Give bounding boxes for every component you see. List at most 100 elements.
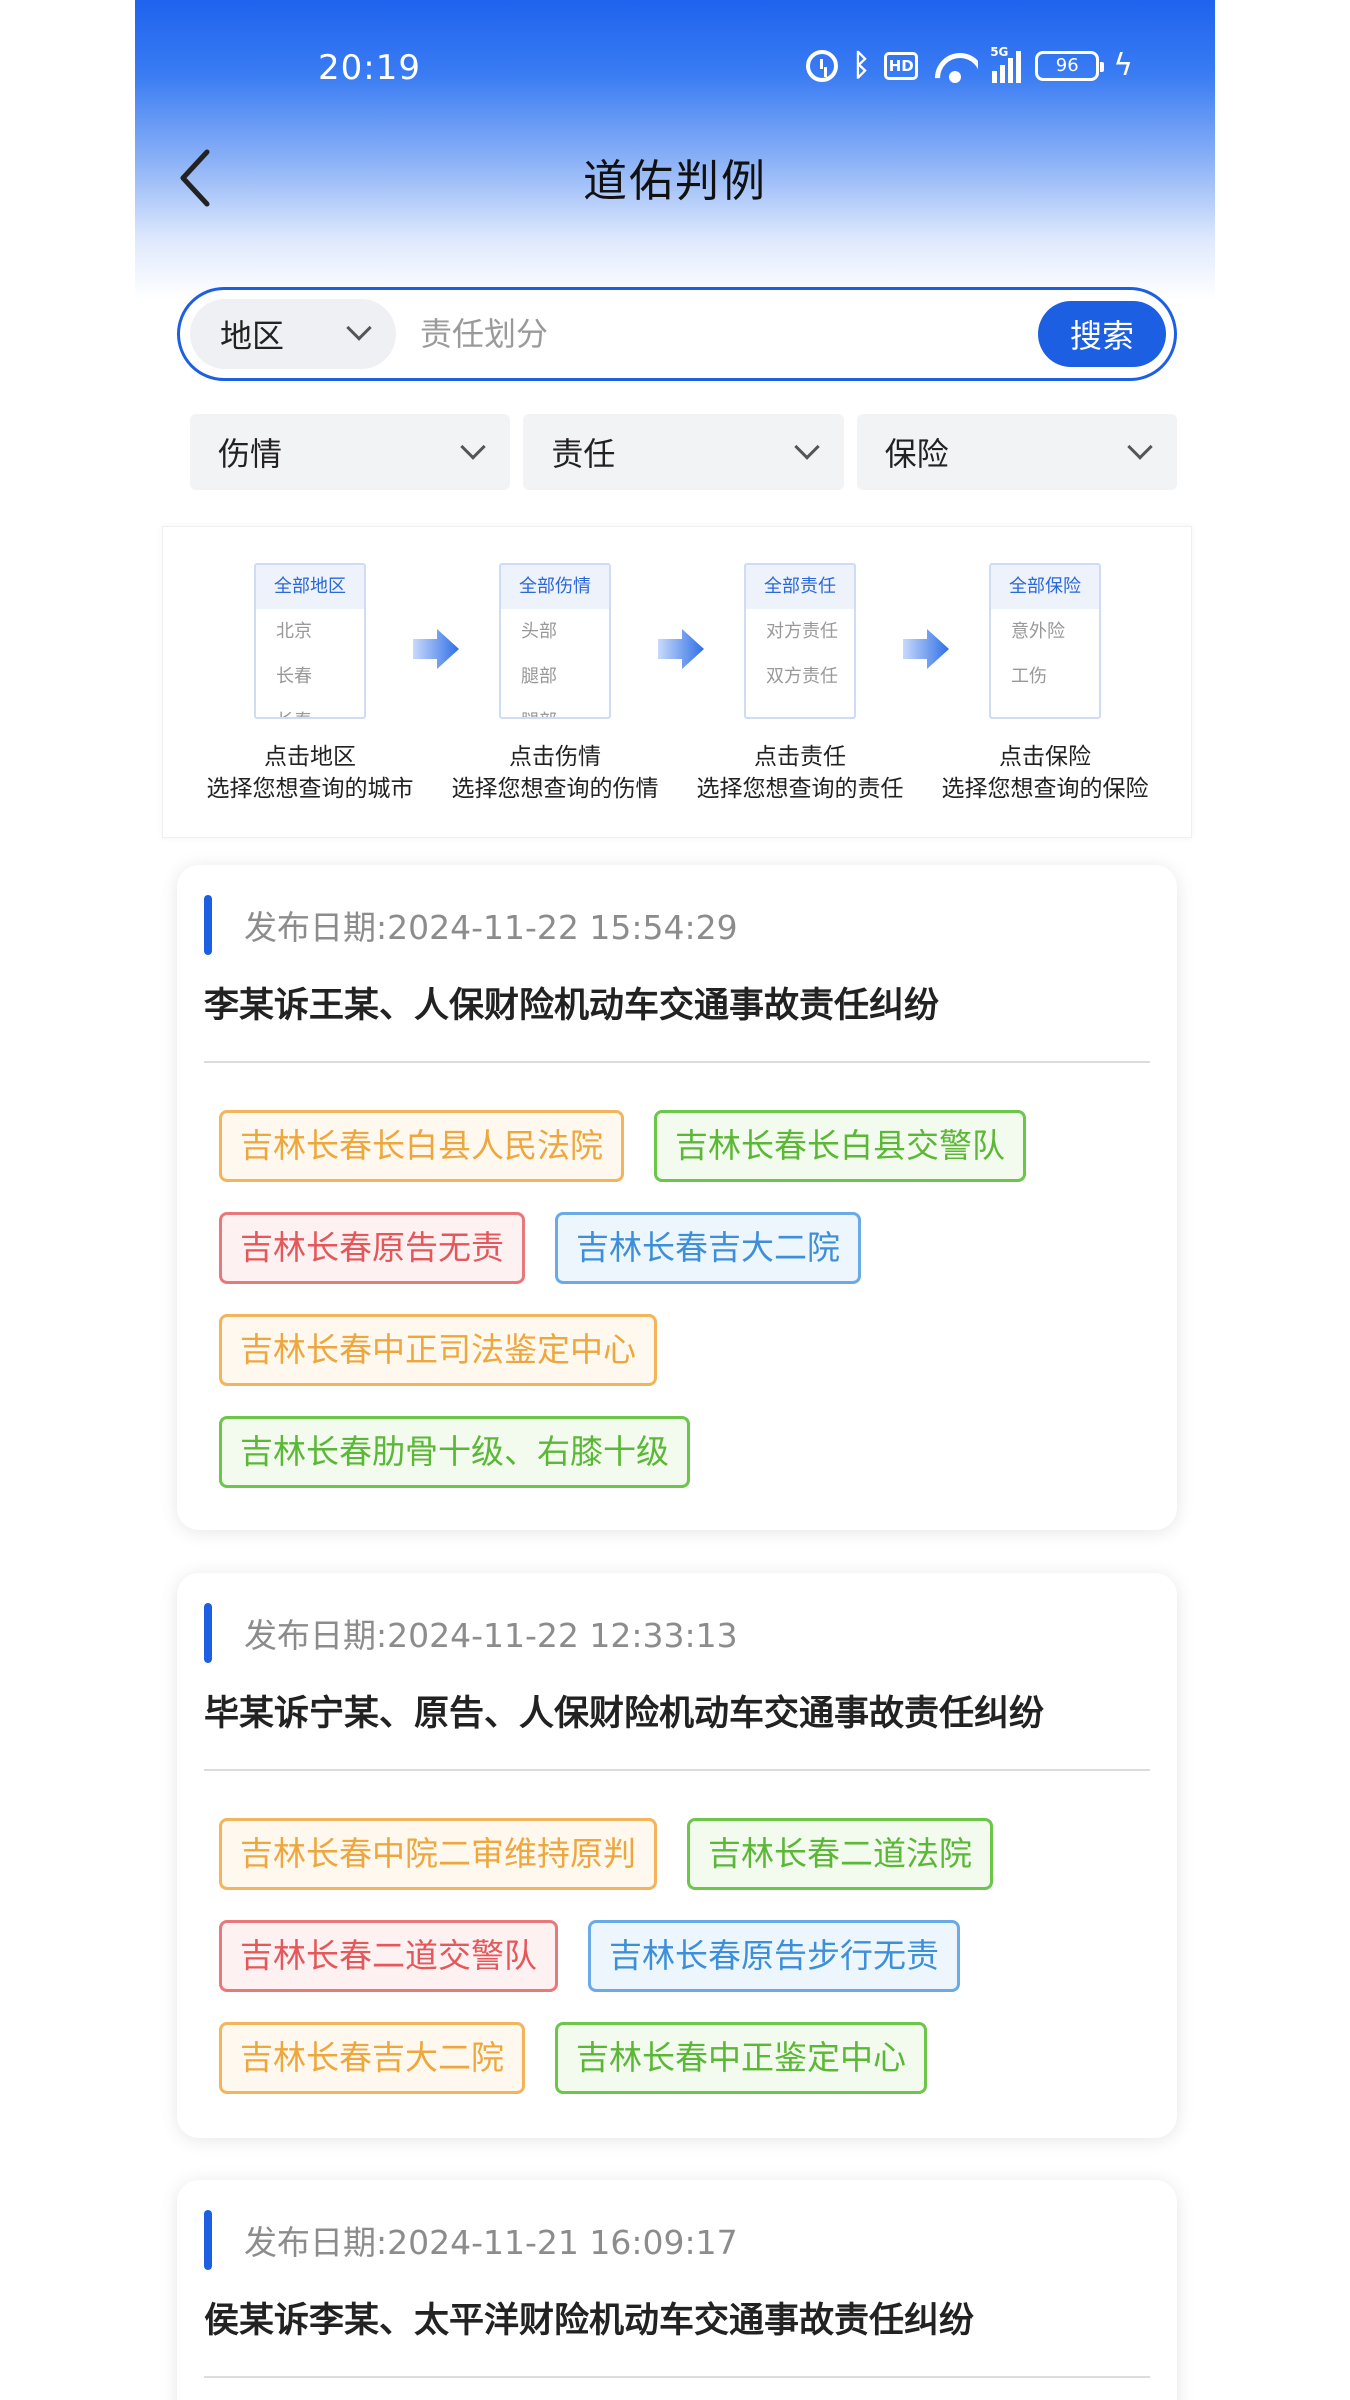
case-title: 毕某诉宁某、原告、人保财险机动车交通事故责任纠纷 xyxy=(204,1694,1045,1734)
search-button[interactable]: 搜索 xyxy=(1038,301,1166,367)
charging-icon: ϟ xyxy=(1113,48,1133,83)
guide-caption-line1: 点击伤情 xyxy=(509,744,601,770)
case-tag[interactable]: 吉林长春中院二审维持原判 xyxy=(219,1818,657,1890)
guide-preview-item: 双方责任 xyxy=(766,666,838,687)
case-tag[interactable]: 吉林长春长白县交警队 xyxy=(654,1110,1026,1182)
guide-preview: 全部地区 北京 长春 长春 xyxy=(254,563,366,719)
guide-preview-head: 全部保险 xyxy=(991,565,1099,609)
guide-preview-head: 全部伤情 xyxy=(501,565,609,609)
filter-liability[interactable]: 责任 xyxy=(523,414,844,490)
chevron-down-icon xyxy=(346,315,372,341)
date-value: 2024-11-22 15:54:29 xyxy=(387,908,738,947)
case-tag[interactable]: 吉林长春吉大二院 xyxy=(219,2022,525,2094)
guide-preview: 全部责任 对方责任 双方责任 xyxy=(744,563,856,719)
battery-level: 96 xyxy=(1055,55,1079,76)
date-label: 发布日期: xyxy=(244,1616,388,1655)
filter-row: 伤情 责任 保险 xyxy=(190,414,1177,490)
card-accent-bar xyxy=(204,895,212,955)
filter-insurance[interactable]: 保险 xyxy=(856,414,1177,490)
card-divider xyxy=(204,2376,1150,2378)
case-tags: 吉林长春中院二审维持原判 吉林长春二道法院 吉林长春二道交警队 吉林长春原告步行无责吉… xyxy=(219,1818,1139,2094)
wifi-icon xyxy=(932,49,978,83)
case-title: 侯某诉李某、太平洋财险机动车交通事故责任纠纷 xyxy=(204,2301,975,2341)
case-date: 发布日期:2024-11-22 15:54:29 xyxy=(244,901,738,949)
case-tags: 吉林长春长白县人民法院 吉林长春长白县交警队吉林长春原告无责 吉林长春吉大二院吉林长… xyxy=(219,1110,1139,1488)
case-tag[interactable]: 吉林长春肋骨十级、右膝十级 xyxy=(219,1416,690,1488)
app-screen: 20:19 ᛒ HD 5G 96 ϟ 道佑判例 地区 搜索 xyxy=(0,0,1350,2400)
date-label: 发布日期: xyxy=(244,2223,388,2262)
search-bar: 地区 搜索 xyxy=(177,287,1177,381)
card-divider xyxy=(204,1061,1150,1063)
guide-preview-item: 头部 xyxy=(521,621,557,642)
guide-caption: 点击保险 选择您想查询的保险 xyxy=(930,741,1160,805)
card-accent-bar xyxy=(204,1603,212,1663)
guide-caption: 点击责任 选择您想查询的责任 xyxy=(685,741,915,805)
case-card[interactable]: 发布日期:2024-11-22 15:54:29 李某诉王某、人保财险机动车交通… xyxy=(177,865,1177,1530)
signal-icon: 5G xyxy=(990,45,1022,83)
guide-preview: 全部保险 意外险 工伤 xyxy=(989,563,1101,719)
guide-caption: 点击伤情 选择您想查询的伤情 xyxy=(440,741,670,805)
status-bar: 20:19 ᛒ HD 5G 96 ϟ xyxy=(135,0,1215,135)
date-value: 2024-11-22 12:33:13 xyxy=(387,1616,738,1655)
guide-preview-item: 对方责任 xyxy=(766,621,838,642)
filter-label: 保险 xyxy=(884,435,949,473)
case-tag[interactable]: 吉林长春中正鉴定中心 xyxy=(555,2022,927,2094)
page-title: 道佑判例 xyxy=(583,156,767,207)
top-bar: 道佑判例 xyxy=(135,135,1215,235)
card-divider xyxy=(204,1769,1150,1771)
status-time: 20:19 xyxy=(318,48,421,88)
guide-preview-head: 全部责任 xyxy=(746,565,854,609)
usage-guide: 全部地区 北京 长春 长春 点击地区 选择您想查询的城市 全部伤情 头部 腿部 … xyxy=(162,526,1192,838)
guide-preview-item: 腿部 xyxy=(521,666,557,687)
guide-caption-line2: 选择您想查询的城市 xyxy=(206,776,414,802)
guide-caption-line2: 选择您想查询的责任 xyxy=(696,776,904,802)
region-select[interactable]: 地区 xyxy=(190,299,396,369)
case-card[interactable]: 发布日期:2024-11-21 16:09:17 侯某诉李某、太平洋财险机动车交… xyxy=(177,2180,1177,2400)
chevron-down-icon xyxy=(793,434,820,460)
guide-caption-line2: 选择您想查询的伤情 xyxy=(451,776,659,802)
guide-preview-item: 北京 xyxy=(276,621,312,642)
case-tag[interactable]: 吉林长春原告无责 xyxy=(219,1212,525,1284)
chevron-down-icon xyxy=(1127,434,1153,460)
search-input[interactable] xyxy=(420,304,980,364)
case-tag[interactable]: 吉林长春中正司法鉴定中心 xyxy=(219,1314,657,1386)
filter-label: 责任 xyxy=(551,435,616,473)
guide-step-injury: 全部伤情 头部 腿部 腿部 点击伤情 选择您想查询的伤情 xyxy=(440,563,670,805)
hd-icon: HD xyxy=(884,51,919,80)
guide-preview-item: 长春 xyxy=(276,666,312,687)
guide-preview-item: 意外险 xyxy=(1011,621,1065,642)
case-title: 李某诉王某、人保财险机动车交通事故责任纠纷 xyxy=(204,986,940,1026)
case-tag[interactable]: 吉林长春原告步行无责 xyxy=(588,1920,960,1992)
case-tag[interactable]: 吉林长春二道法院 xyxy=(687,1818,993,1890)
filter-label: 伤情 xyxy=(218,435,283,473)
guide-preview-head: 全部地区 xyxy=(256,565,364,609)
status-icons: ᛒ HD 5G 96 ϟ xyxy=(806,45,1133,83)
guide-preview-item: 工伤 xyxy=(1011,666,1047,687)
date-value: 2024-11-21 16:09:17 xyxy=(387,2223,738,2262)
date-label: 发布日期: xyxy=(244,908,388,947)
guide-preview: 全部伤情 头部 腿部 腿部 xyxy=(499,563,611,719)
region-select-label: 地区 xyxy=(220,317,285,355)
case-tag[interactable]: 吉林长春吉大二院 xyxy=(555,1212,861,1284)
guide-step-region: 全部地区 北京 长春 长春 点击地区 选择您想查询的城市 xyxy=(195,563,425,805)
case-date: 发布日期:2024-11-22 12:33:13 xyxy=(244,1609,738,1657)
guide-caption-line1: 点击地区 xyxy=(264,744,356,770)
guide-step-liability: 全部责任 对方责任 双方责任 点击责任 选择您想查询的责任 xyxy=(685,563,915,805)
alarm-icon xyxy=(806,49,839,82)
case-card[interactable]: 发布日期:2024-11-22 12:33:13 毕某诉宁某、原告、人保财险机动… xyxy=(177,1573,1177,2138)
guide-preview-item: 长春 xyxy=(256,699,364,717)
guide-step-insurance: 全部保险 意外险 工伤 点击保险 选择您想查询的保险 xyxy=(930,563,1160,805)
case-tag[interactable]: 吉林长春长白县人民法院 xyxy=(219,1110,624,1182)
bluetooth-icon: ᛒ xyxy=(852,48,871,83)
guide-preview-item: 腿部 xyxy=(501,699,609,717)
guide-caption-line1: 点击责任 xyxy=(754,744,846,770)
card-accent-bar xyxy=(204,2210,212,2270)
chevron-down-icon xyxy=(460,434,487,460)
guide-caption: 点击地区 选择您想查询的城市 xyxy=(195,741,425,805)
case-date: 发布日期:2024-11-21 16:09:17 xyxy=(244,2216,738,2264)
guide-caption-line2: 选择您想查询的保险 xyxy=(941,776,1149,802)
guide-caption-line1: 点击保险 xyxy=(999,744,1091,770)
filter-injury[interactable]: 伤情 xyxy=(190,414,511,490)
battery-icon: 96 xyxy=(1035,50,1105,81)
case-tag[interactable]: 吉林长春二道交警队 xyxy=(219,1920,558,1992)
